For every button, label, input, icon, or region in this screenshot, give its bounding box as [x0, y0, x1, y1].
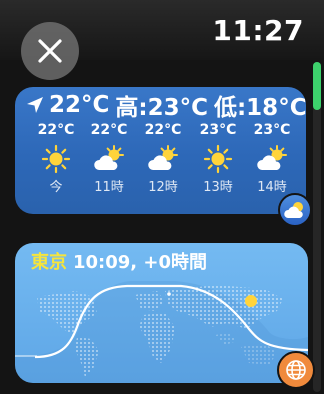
high-temperature: 高:23°C — [115, 95, 208, 121]
partly-cloudy-icon — [148, 145, 178, 170]
hour-label: 12時 — [148, 180, 178, 195]
hour-label: 今 — [49, 180, 63, 195]
hour-label: 13時 — [203, 180, 233, 195]
hour-temp: 23°C — [253, 122, 291, 138]
hour-forecast: 22°C 12時 — [136, 122, 190, 208]
hour-temp: 22°C — [37, 122, 75, 138]
time-offset: 10:09, +0時間 — [73, 252, 208, 273]
world-clock-widget[interactable]: 東京 10:09, +0時間 — [15, 243, 308, 383]
sun-icon — [203, 144, 233, 174]
weather-app-icon — [284, 202, 303, 218]
hourly-forecast: 22°C 今 22°C 11時 22°C 12時 23°C 13時 23°C 1… — [29, 122, 301, 208]
world-clock-header: 東京 10:09, +0時間 — [31, 251, 207, 275]
hour-temp: 23°C — [199, 122, 237, 138]
city-name: 東京 — [31, 252, 67, 273]
partly-cloudy-icon — [257, 145, 287, 170]
scroll-indicator[interactable] — [313, 62, 321, 392]
hour-forecast: 22°C 今 — [29, 122, 83, 208]
weather-widget[interactable]: 22°C 高:23°C 低:18°C 22°C 今 22°C 11時 22°C … — [15, 87, 306, 214]
close-button[interactable] — [21, 22, 79, 80]
world-clock-app-badge — [277, 351, 315, 389]
globe-icon — [286, 360, 306, 380]
hour-temp: 22°C — [90, 122, 128, 138]
current-temperature: 22°C — [49, 92, 110, 118]
status-time: 11:27 — [212, 14, 304, 47]
close-icon — [38, 39, 62, 63]
weather-summary: 22°C 高:23°C 低:18°C — [25, 90, 306, 121]
hour-label: 11時 — [94, 180, 124, 195]
world-map-daylight — [15, 277, 308, 383]
weather-app-badge — [278, 193, 312, 227]
hour-temp: 22°C — [144, 122, 182, 138]
location-arrow-icon — [27, 97, 43, 113]
scroll-thumb[interactable] — [313, 62, 321, 110]
hour-forecast: 23°C 13時 — [191, 122, 245, 208]
low-temperature: 低:18°C — [213, 95, 306, 121]
partly-cloudy-icon — [94, 145, 124, 170]
sun-icon — [41, 144, 71, 174]
hour-forecast: 22°C 11時 — [82, 122, 136, 208]
